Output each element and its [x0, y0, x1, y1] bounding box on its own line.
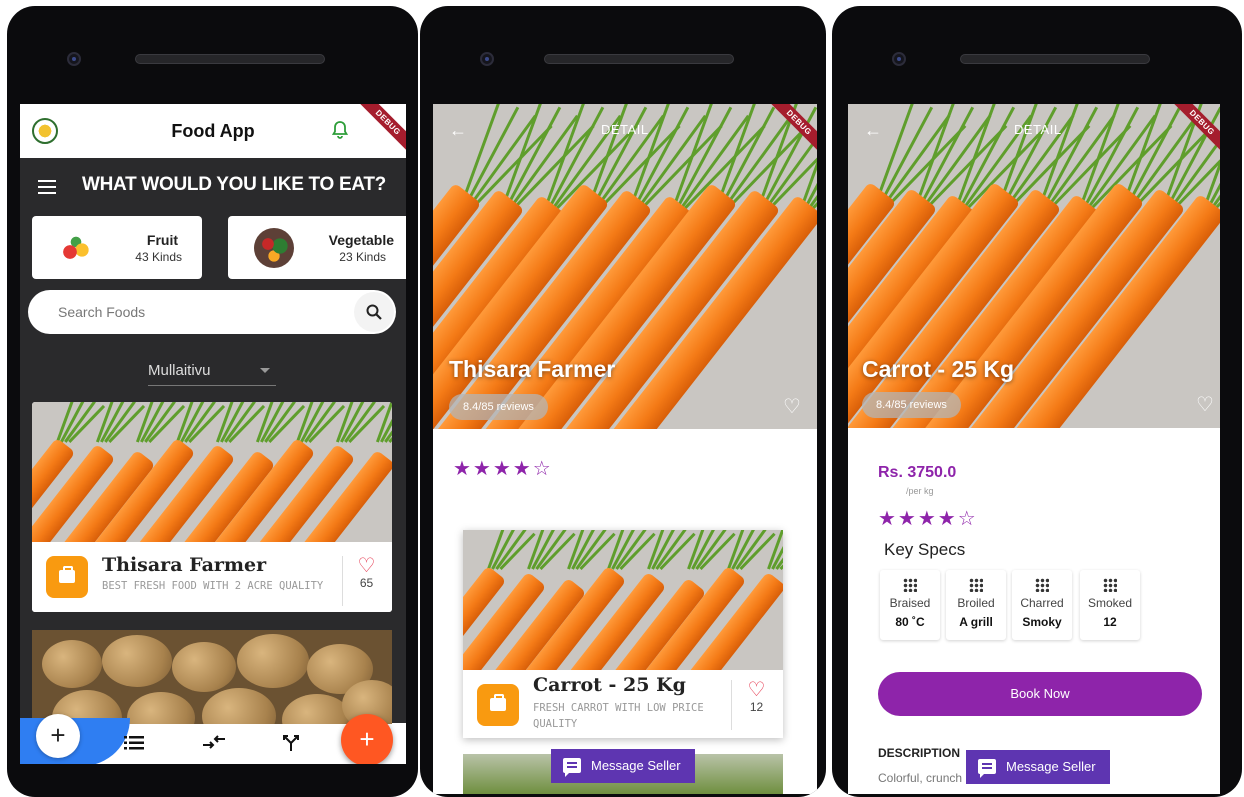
potato-shape [42, 640, 102, 688]
key-specs-heading: Key Specs [884, 540, 966, 559]
spec-value: A grill [959, 615, 993, 629]
chat-icon [978, 759, 996, 778]
grid-icon [969, 578, 983, 592]
nav-add-button[interactable]: + [36, 714, 80, 758]
spec-value: Smoky [1022, 615, 1062, 629]
spec-name: Charred [1020, 596, 1064, 610]
spec-value: 80 ˚C [895, 615, 925, 629]
category-count: 43 Kinds [135, 250, 182, 264]
grid-icon [903, 578, 917, 592]
home-body: WHAT WOULD YOU LIKE TO EAT? Fruit 43 Kin… [20, 158, 406, 764]
message-seller-label: Message Seller [591, 758, 681, 773]
spec-name: Braised [889, 596, 931, 610]
like-count: 65 [359, 576, 374, 590]
chevron-down-icon [260, 368, 270, 373]
potato-shape [237, 634, 309, 688]
spec-value: 12 [1103, 615, 1117, 629]
app-bar: Food App [20, 104, 406, 158]
product-card[interactable]: Carrot - 25 Kg FRESH CARROT WITH LOW PRI… [463, 530, 783, 738]
search-icon [366, 304, 382, 320]
description-text: Colorful, crunch [878, 771, 963, 785]
product-subtitle: FRESH CARROT WITH LOW PRICE QUALITY [533, 702, 704, 730]
camera-icon [892, 52, 906, 66]
rating-stars: ★★★★☆ [453, 458, 553, 480]
merge-icon[interactable] [282, 734, 300, 757]
spec-card-braised: Braised 80 ˚C [880, 570, 940, 640]
description-heading: DESCRIPTION [878, 746, 961, 760]
spec-name: Broiled [957, 596, 995, 610]
farmer-subtitle: BEST FRESH FOOD WITH 2 ACRE QUALITY [102, 580, 324, 592]
speaker-grille [135, 54, 325, 64]
phone-product-detail: DEBUG ← DETAIL Carrot - 25 Kg 8.4/85 rev… [832, 6, 1242, 797]
book-now-button[interactable]: Book Now [878, 672, 1202, 716]
spec-card-smoked: Smoked 12 [1080, 570, 1140, 640]
grid-icon [1103, 578, 1117, 592]
product-detail-screen: DEBUG ← DETAIL Carrot - 25 Kg 8.4/85 rev… [848, 104, 1220, 794]
camera-icon [480, 52, 494, 66]
grid-icon [1035, 578, 1049, 592]
product-title: Carrot - 25 Kg [862, 356, 1015, 382]
category-card-vegetable[interactable]: Vegetable 23 Kinds [228, 216, 406, 279]
farmer-name: Thisara Farmer [102, 554, 267, 576]
potato-shape [102, 635, 172, 687]
phone-farmer-detail: DEBUG ← DETAIL Thisara Farmer 8.4/85 rev… [420, 6, 826, 797]
carrot-image [32, 402, 392, 544]
search-bar[interactable]: Search Foods [28, 290, 396, 334]
list-icon[interactable] [124, 734, 144, 755]
compare-arrows-icon[interactable] [202, 734, 226, 755]
spec-card-charred: Charred Smoky [1012, 570, 1072, 640]
category-card-fruit[interactable]: Fruit 43 Kinds [32, 216, 202, 279]
like-button[interactable]: ♡ 12 [731, 680, 781, 730]
screen-label: DETAIL [601, 122, 649, 137]
spec-name: Smoked [1087, 596, 1133, 610]
potato-shape [172, 642, 236, 692]
like-count: 12 [749, 700, 764, 714]
message-seller-label: Message Seller [1006, 759, 1096, 774]
product-carrot-image [463, 530, 783, 670]
category-count: 23 Kinds [339, 250, 386, 264]
heart-icon: ♡ [357, 555, 376, 577]
camera-icon [67, 52, 81, 66]
message-seller-button[interactable]: Message Seller [551, 749, 695, 783]
favorite-heart-icon[interactable]: ♡ [783, 394, 801, 419]
review-badge: 8.4/85 reviews [449, 394, 548, 420]
search-button[interactable] [354, 292, 394, 332]
location-value: Mullaitivu [148, 362, 211, 379]
review-badge: 8.4/85 reviews [862, 392, 961, 418]
farmer-info: Thisara Farmer BEST FRESH FOOD WITH 2 AC… [32, 542, 392, 612]
phone-home: DEBUG Food App WHAT WOULD YOU LIKE TO EA… [7, 6, 418, 797]
like-button[interactable]: ♡ 65 [342, 556, 390, 606]
shopping-bag-icon [46, 556, 88, 598]
shopping-bag-icon [477, 684, 519, 726]
farmer-title: Thisara Farmer [449, 356, 616, 382]
app-title: Food App [171, 121, 255, 141]
heart-icon: ♡ [747, 679, 766, 701]
hamburger-menu-icon[interactable] [38, 180, 56, 198]
fruit-basket-icon [58, 228, 98, 268]
category-name: Fruit [146, 232, 178, 248]
product-name: Carrot - 25 Kg [533, 674, 686, 696]
search-input[interactable]: Search Foods [58, 304, 145, 320]
location-dropdown[interactable]: Mullaitivu [148, 362, 276, 386]
home-screen: DEBUG Food App WHAT WOULD YOU LIKE TO EA… [20, 104, 406, 764]
speaker-grille [960, 54, 1150, 64]
add-fab-button[interactable]: + [341, 714, 393, 764]
back-arrow-icon[interactable]: ← [864, 120, 882, 141]
notification-bell-icon[interactable] [331, 121, 349, 144]
screen-label: DETAIL [1014, 122, 1062, 137]
farmer-card[interactable]: Thisara Farmer BEST FRESH FOOD WITH 2 AC… [32, 402, 392, 612]
chat-icon [563, 758, 581, 777]
spec-card-broiled: Broiled A grill [946, 570, 1006, 640]
product-price: Rs. 3750.0 [878, 464, 957, 481]
farmer-detail-screen: DEBUG ← DETAIL Thisara Farmer 8.4/85 rev… [433, 104, 817, 794]
page-heading: WHAT WOULD YOU LIKE TO EAT? [82, 174, 386, 195]
vegetable-basket-icon [254, 228, 294, 268]
message-seller-button[interactable]: Message Seller [966, 750, 1110, 784]
back-arrow-icon[interactable]: ← [449, 120, 467, 141]
favorite-heart-icon[interactable]: ♡ [1196, 392, 1214, 417]
speaker-grille [544, 54, 734, 64]
category-name: Vegetable [328, 232, 394, 248]
rating-stars: ★★★★☆ [878, 508, 978, 530]
price-unit: /per kg [906, 486, 934, 496]
